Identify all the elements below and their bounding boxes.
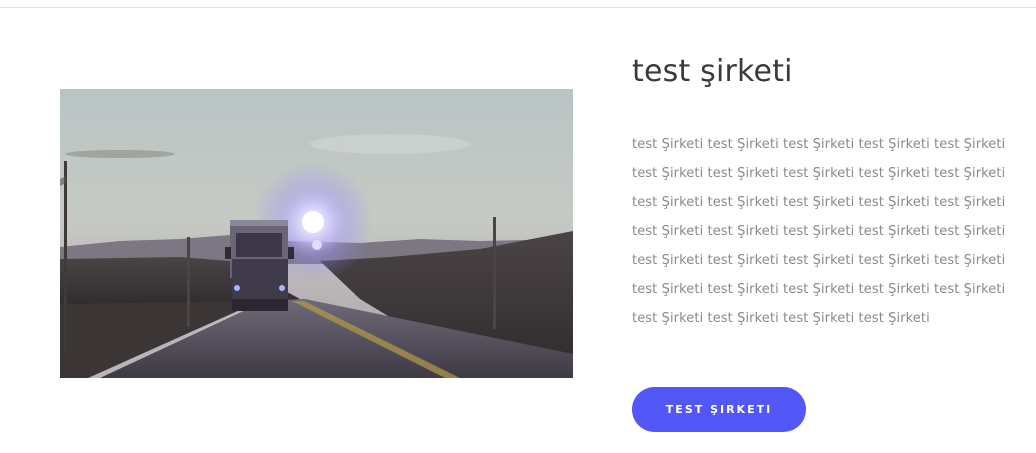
cta-button[interactable]: TEST ŞIRKETI [632, 387, 806, 432]
hero-image [60, 89, 573, 378]
content-column: test şirketi test Şirketi test Şirketi t… [632, 52, 1022, 333]
page: test şirketi test Şirketi test Şirketi t… [0, 0, 1036, 453]
section-title: test şirketi [632, 54, 793, 89]
section-body-text: test Şirketi test Şirketi test Şirketi t… [632, 137, 1006, 326]
truck [225, 220, 294, 311]
truck-sunset-photo [60, 89, 573, 378]
top-divider [0, 7, 1036, 8]
